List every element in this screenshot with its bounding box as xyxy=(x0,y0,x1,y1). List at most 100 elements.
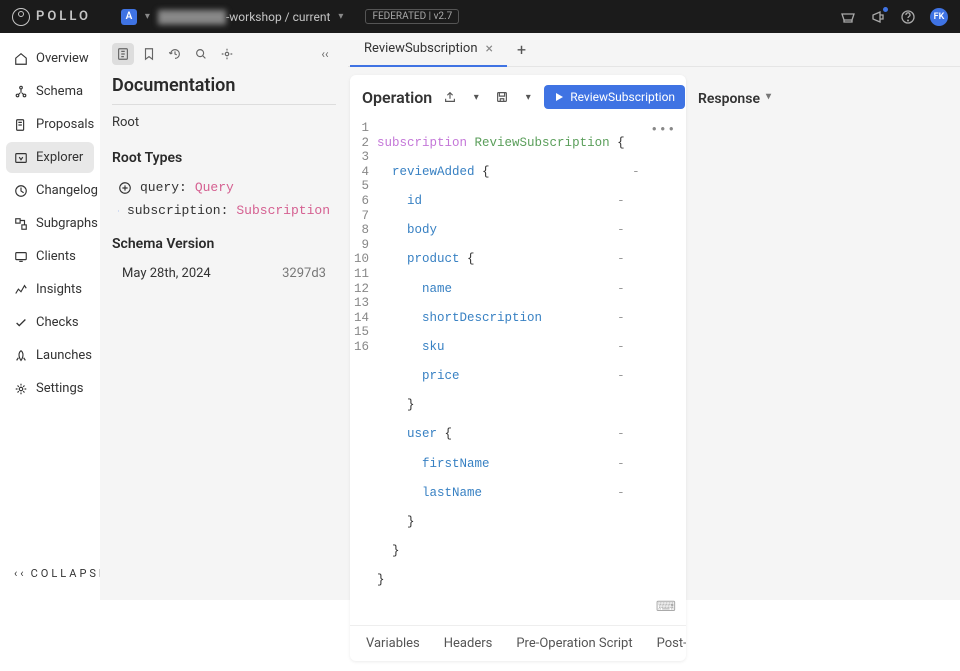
documentation-panel: ‹‹ Documentation Root Root Types query: … xyxy=(100,33,348,600)
help-icon[interactable] xyxy=(900,9,916,25)
sidebar-item-label: Clients xyxy=(36,249,76,264)
chevron-down-icon[interactable]: ▾ xyxy=(766,91,771,102)
run-operation-button[interactable]: ReviewSubscription xyxy=(544,85,685,109)
settings-button[interactable] xyxy=(216,43,238,65)
docs-tab-button[interactable] xyxy=(112,43,134,65)
clients-icon xyxy=(14,250,28,264)
add-tab-button[interactable]: + xyxy=(507,40,536,59)
root-types-heading: Root Types xyxy=(112,150,336,166)
sidebar-item-label: Schema xyxy=(36,84,83,99)
bottom-tab-bar: Variables Headers Pre-Operation Script P… xyxy=(350,625,686,661)
tab-label: ReviewSubscription xyxy=(364,41,478,56)
field-label: subscription: xyxy=(127,203,228,218)
tab-review-subscription[interactable]: ReviewSubscription × xyxy=(350,33,507,67)
tab-pre-script[interactable]: Pre-Operation Script xyxy=(504,626,644,661)
breadcrumb-org: ████████ xyxy=(158,10,226,24)
sidebar-item-proposals[interactable]: Proposals xyxy=(6,109,94,140)
explorer-icon xyxy=(14,151,28,165)
inbox-icon[interactable] xyxy=(840,9,856,25)
sidebar-item-checks[interactable]: Checks xyxy=(6,307,94,338)
check-icon xyxy=(14,316,28,330)
close-icon[interactable]: × xyxy=(486,41,493,57)
breadcrumb[interactable]: ████████-workshop / current xyxy=(158,10,330,24)
sidebar-item-label: Settings xyxy=(36,381,83,396)
checked-field-icon[interactable] xyxy=(118,204,119,218)
tab-post-script[interactable]: Post-Operation S xyxy=(645,626,686,661)
response-panel: Response ▾ xyxy=(686,75,783,661)
doc-title: Documentation xyxy=(112,75,336,96)
schema-icon xyxy=(14,85,28,99)
chevron-down-icon[interactable]: ▾ xyxy=(466,87,486,107)
root-link[interactable]: Root xyxy=(112,115,336,130)
tab-headers[interactable]: Headers xyxy=(432,626,505,661)
sidebar: Overview Schema Proposals Explorer Chang… xyxy=(0,33,100,600)
chevron-down-icon[interactable]: ▾ xyxy=(145,11,150,22)
topbar: POLLO A ▾ ████████-workshop / current ▾ … xyxy=(0,0,960,33)
graph-badge[interactable]: A xyxy=(121,9,137,25)
sidebar-item-changelog[interactable]: Changelog xyxy=(6,175,94,206)
search-button[interactable] xyxy=(190,43,212,65)
collapse-sidebar-button[interactable]: ‹‹COLLAPSE xyxy=(6,557,94,590)
sidebar-item-insights[interactable]: Insights xyxy=(6,274,94,305)
sidebar-item-label: Changelog xyxy=(36,183,98,198)
code-editor[interactable]: ••• 12345678910111213141516 subscription… xyxy=(350,119,686,625)
logo[interactable]: POLLO xyxy=(12,8,91,26)
collapse-panel-button[interactable]: ‹‹ xyxy=(314,43,336,65)
sidebar-item-label: Checks xyxy=(36,315,79,330)
sidebar-item-label: Insights xyxy=(36,282,82,297)
gear-icon xyxy=(220,47,234,61)
federation-badge: FEDERATED | v2.7 xyxy=(365,9,459,24)
root-type-subscription[interactable]: subscription: Subscription xyxy=(112,199,336,222)
response-title: Response xyxy=(698,91,760,107)
collapse-label: COLLAPSE xyxy=(31,567,109,580)
editor-area: ReviewSubscription × + Operation ▾ ▾ xyxy=(348,33,960,600)
share-icon[interactable] xyxy=(440,87,460,107)
sidebar-item-schema[interactable]: Schema xyxy=(6,76,94,107)
bookmark-icon xyxy=(142,47,156,61)
sidebar-item-explorer[interactable]: Explorer xyxy=(6,142,94,173)
document-icon xyxy=(116,47,130,61)
tab-variables[interactable]: Variables xyxy=(354,626,432,661)
changelog-icon xyxy=(14,184,28,198)
breadcrumb-suffix: -workshop / current xyxy=(226,10,330,24)
field-label: query: xyxy=(140,180,187,195)
chevron-left-icon: ‹‹ xyxy=(321,47,328,61)
logo-text: POLLO xyxy=(36,9,91,24)
chevron-down-icon[interactable]: ▾ xyxy=(338,11,343,22)
chevron-left-icon: ‹‹ xyxy=(14,567,27,580)
version-date: May 28th, 2024 xyxy=(122,266,211,281)
type-link[interactable]: Subscription xyxy=(236,203,330,218)
sidebar-item-label: Launches xyxy=(36,348,92,363)
type-link[interactable]: Query xyxy=(195,180,234,195)
more-icon[interactable]: ••• xyxy=(650,123,676,138)
add-field-icon[interactable] xyxy=(118,181,132,195)
announcement-icon[interactable] xyxy=(870,9,886,25)
sidebar-item-label: Subgraphs xyxy=(36,216,98,231)
sidebar-item-clients[interactable]: Clients xyxy=(6,241,94,272)
sidebar-item-launches[interactable]: Launches xyxy=(6,340,94,371)
save-icon[interactable] xyxy=(492,87,512,107)
chevron-down-icon[interactable]: ▾ xyxy=(518,87,538,107)
rocket-icon xyxy=(14,349,28,363)
schema-version-heading: Schema Version xyxy=(112,236,336,252)
sidebar-item-overview[interactable]: Overview xyxy=(6,43,94,74)
run-label: ReviewSubscription xyxy=(570,90,675,104)
history-icon xyxy=(168,47,182,61)
version-hash[interactable]: 3297d3 xyxy=(282,266,326,281)
bookmark-button[interactable] xyxy=(138,43,160,65)
line-gutter: 12345678910111213141516 xyxy=(354,121,377,617)
avatar[interactable]: FK xyxy=(930,8,948,26)
sidebar-item-label: Proposals xyxy=(36,117,94,132)
keyboard-icon[interactable]: ⌨ xyxy=(656,601,676,616)
gear-icon xyxy=(14,382,28,396)
sidebar-item-label: Explorer xyxy=(36,150,83,165)
tab-bar: ReviewSubscription × + xyxy=(348,33,960,67)
subgraphs-icon xyxy=(14,217,28,231)
insights-icon xyxy=(14,283,28,297)
history-button[interactable] xyxy=(164,43,186,65)
operation-title: Operation xyxy=(362,88,432,107)
sidebar-item-settings[interactable]: Settings xyxy=(6,373,94,404)
root-type-query[interactable]: query: Query xyxy=(112,176,336,199)
search-icon xyxy=(194,47,208,61)
sidebar-item-subgraphs[interactable]: Subgraphs xyxy=(6,208,94,239)
